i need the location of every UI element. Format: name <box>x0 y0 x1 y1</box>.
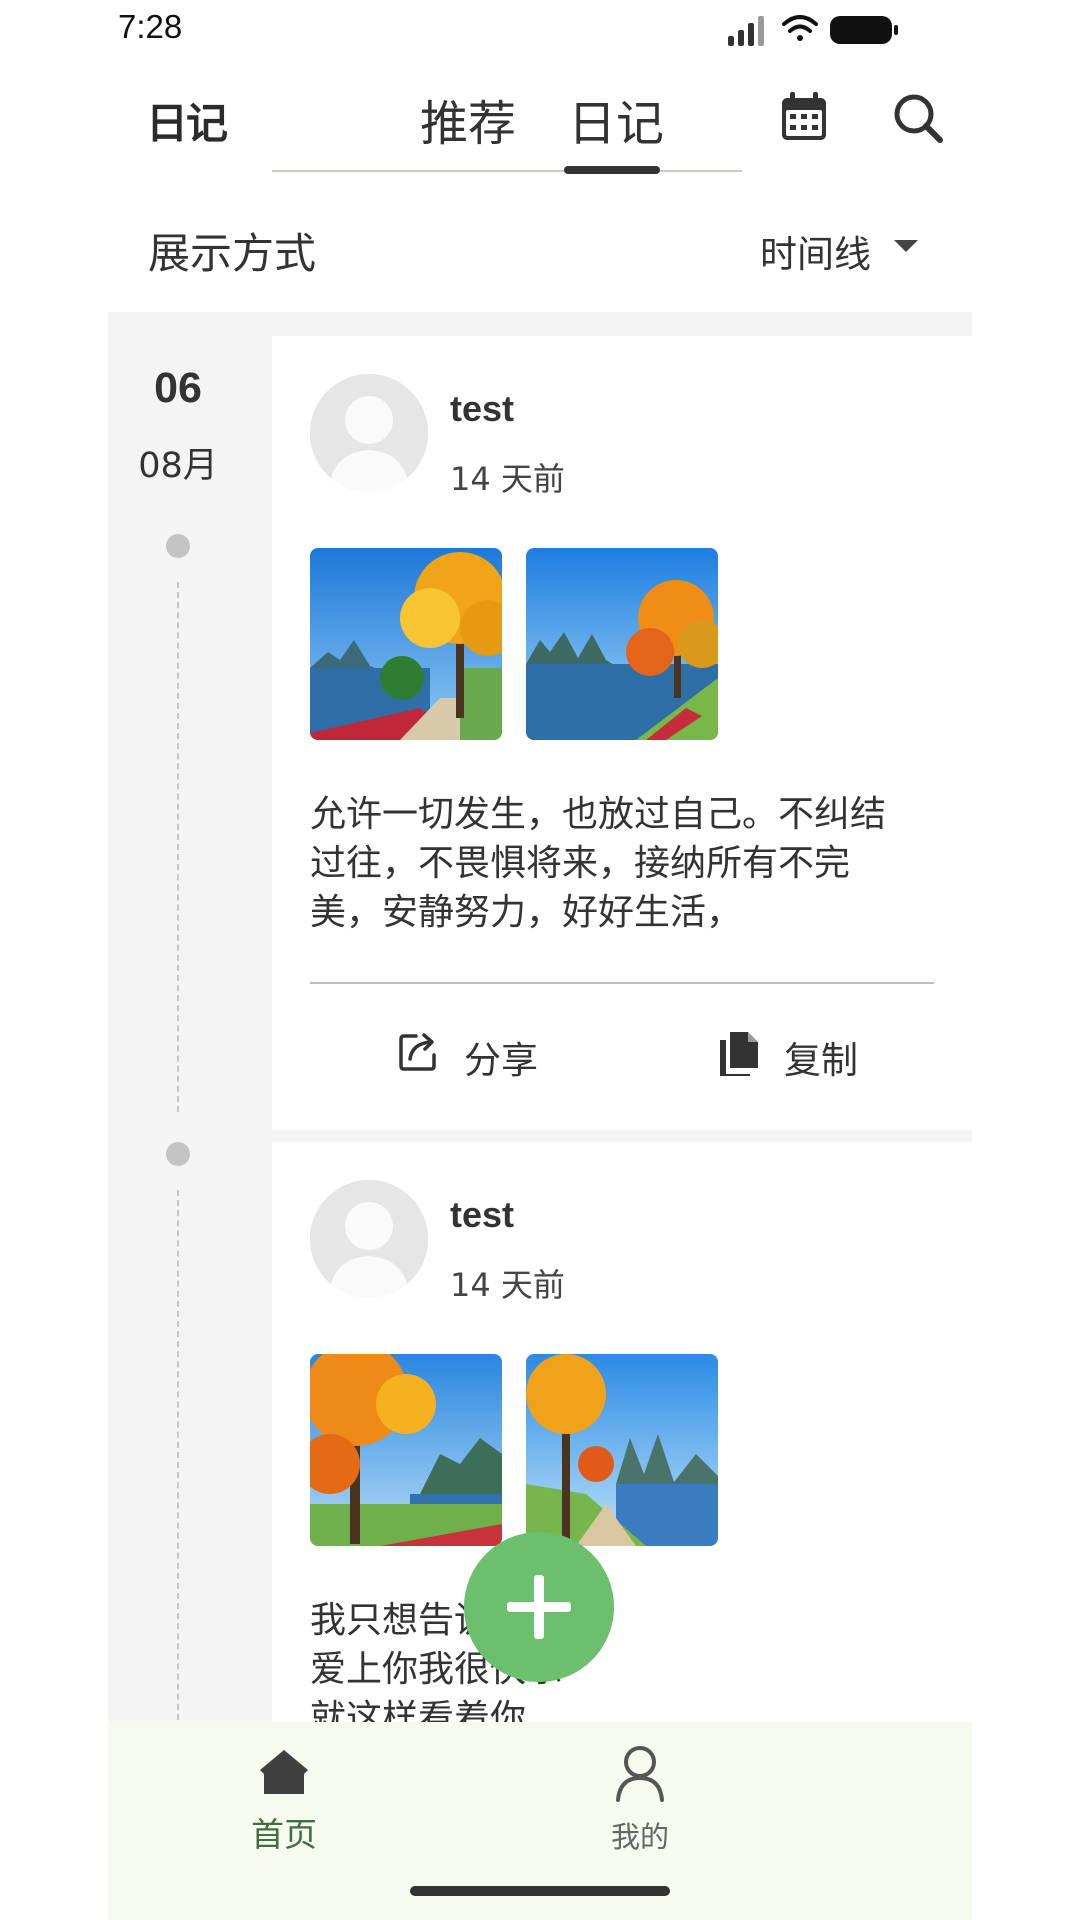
diary-card[interactable]: test 14 天前 <box>272 1142 972 1722</box>
diary-photo[interactable] <box>526 1354 718 1546</box>
nav-home-label: 首页 <box>251 1815 317 1854</box>
date-month: 08月 <box>138 446 218 486</box>
app-logo: 日记 <box>146 99 228 148</box>
page: 7:28 日记 推荐 日记 展示方式 时间线 06 08月 test 14 天前… <box>0 0 1080 1920</box>
phone-screen: 7:28 日记 推荐 日记 展示方式 时间线 06 08月 test 14 天前… <box>108 0 972 1920</box>
nav-mine[interactable]: 我的 <box>560 1744 720 1854</box>
timeline-line <box>177 1190 179 1722</box>
diary-text: 允许一切发生，也放过自己。不纠结过往，不畏惧将来，接纳所有不完美，安静努力，好好… <box>310 794 887 933</box>
top-bar: 日记 推荐 日记 <box>108 70 972 180</box>
copy-icon <box>720 1032 758 1076</box>
share-label: 分享 <box>464 1039 538 1082</box>
diary-photo[interactable] <box>310 1354 502 1546</box>
user-icon <box>616 1746 664 1802</box>
calendar-icon[interactable] <box>774 88 834 148</box>
status-time: 7:28 <box>118 8 183 45</box>
chevron-down-icon[interactable] <box>894 240 918 252</box>
diary-timeline[interactable]: 06 08月 test 14 天前 允许一切发生，也放过自己。不纠结过往，不畏惧… <box>108 312 972 1722</box>
add-diary-button[interactable] <box>464 1532 614 1682</box>
diary-card[interactable]: test 14 天前 <box>272 336 972 1130</box>
display-mode-row: 展示方式 时间线 <box>108 210 972 280</box>
avatar[interactable] <box>310 1180 428 1298</box>
timeline-dot <box>166 534 190 558</box>
timeline-dot <box>166 1142 190 1166</box>
author-name: test <box>450 1194 515 1235</box>
active-tab-indicator <box>564 166 660 174</box>
avatar[interactable] <box>310 374 428 492</box>
nav-mine-label: 我的 <box>610 1820 669 1854</box>
post-time: 14 天前 <box>450 460 565 498</box>
display-mode-dropdown[interactable]: 时间线 <box>760 224 871 278</box>
post-time: 14 天前 <box>450 1266 565 1304</box>
diary-photo[interactable] <box>526 548 718 740</box>
status-icons <box>728 15 898 46</box>
author-name: test <box>450 388 515 429</box>
battery-icon <box>830 16 898 44</box>
diary-photo[interactable] <box>310 548 502 740</box>
copy-label: 复制 <box>784 1039 858 1082</box>
home-indicator <box>410 1886 670 1896</box>
date-day: 06 <box>154 364 202 412</box>
tab-recommend[interactable]: 推荐 <box>420 84 516 154</box>
timeline-line <box>177 582 179 1112</box>
status-bar: 7:28 <box>108 0 972 56</box>
home-icon <box>260 1750 308 1794</box>
search-icon[interactable] <box>888 88 948 148</box>
wifi-icon <box>782 15 818 41</box>
share-icon <box>399 1033 436 1071</box>
display-mode-label: 展示方式 <box>148 229 317 278</box>
tab-underline <box>272 170 742 172</box>
timeline-column: 06 08月 <box>108 312 272 1722</box>
card-divider <box>310 982 934 984</box>
diary-text: 我只想告诉你 爱上你我很快乐 就这样看着你 <box>310 1600 563 1722</box>
signal-icon <box>728 16 764 46</box>
tab-diary[interactable]: 日记 <box>568 84 664 154</box>
nav-home[interactable]: 首页 <box>204 1744 364 1854</box>
